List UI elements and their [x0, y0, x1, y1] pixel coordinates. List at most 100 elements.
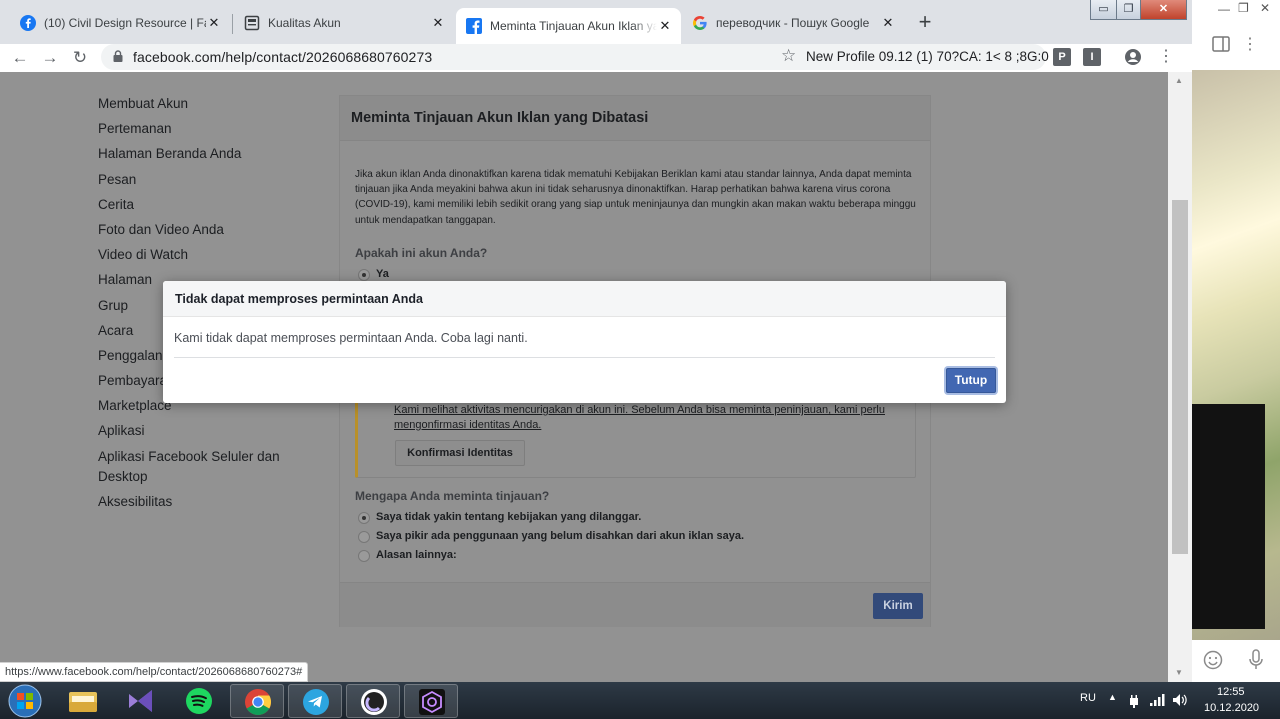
close-icon[interactable]: ✕ — [657, 18, 673, 34]
facebook-icon — [466, 18, 482, 34]
facebook-icon — [20, 15, 36, 31]
scroll-thumb[interactable] — [1172, 200, 1188, 554]
clock-time[interactable]: 12:55 — [1217, 686, 1245, 698]
taskbar-visual-studio[interactable] — [114, 684, 168, 718]
extension-i-icon[interactable]: I — [1083, 48, 1101, 66]
clock-date[interactable]: 10.12.2020 — [1204, 702, 1259, 714]
reason-3-label: Alasan lainnya: — [376, 549, 457, 561]
dialog-message: Kami tidak dapat memproses permintaan An… — [174, 331, 528, 345]
google-icon — [693, 16, 707, 30]
taskbar-app-circle[interactable] — [346, 684, 400, 718]
tab-label: Meminta Tinjauan Akun Iklan yan — [490, 19, 657, 33]
radio-reason-3[interactable] — [358, 550, 370, 562]
close-icon[interactable]: ✕ — [430, 15, 446, 31]
side-app-header: — ❐ ✕ ⋮ — [1192, 0, 1280, 70]
taskbar-spotify[interactable] — [172, 684, 226, 718]
power-plug-icon[interactable] — [1128, 694, 1140, 708]
side-app-window: — ❐ ✕ ⋮ — [1192, 0, 1280, 682]
close-icon[interactable]: ✕ — [1260, 1, 1270, 15]
windows-taskbar: RU ▲ 12:55 10.12.2020 — [0, 682, 1280, 719]
tab-civil-design[interactable]: (10) Civil Design Resource | Faceb ✕ — [10, 8, 230, 38]
browser-toolbar: ← → ↻ facebook.com/help/contact/20260686… — [0, 44, 1192, 72]
maximize-button[interactable]: ❐ — [1116, 0, 1141, 20]
tab-label: (10) Civil Design Resource | Faceb — [44, 16, 206, 30]
tab-meminta-tinjauan[interactable]: Meminta Tinjauan Akun Iklan yan ✕ — [456, 8, 681, 44]
warning-text: Kami melihat aktivitas mencurigakan di a… — [394, 404, 885, 431]
radio-yes-label: Ya — [376, 268, 389, 280]
bookmark-star-icon[interactable]: ☆ — [781, 46, 796, 66]
menu-kebab-icon[interactable]: ⋮ — [1158, 46, 1174, 66]
confirm-identity-button[interactable]: Konfirmasi Identitas — [395, 440, 525, 466]
form-header: Meminta Tinjauan Akun Iklan yang Dibatas… — [340, 96, 930, 141]
radio-yes[interactable] — [358, 269, 370, 281]
tab-kualitas-akun[interactable]: Kualitas Akun ✕ — [234, 8, 454, 38]
form-title: Meminta Tinjauan Akun Iklan yang Dibatas… — [351, 110, 649, 126]
chrome-icon — [245, 689, 272, 716]
reason-2-label: Saya pikir ada penggunaan yang belum dis… — [376, 530, 745, 542]
start-button-icon[interactable] — [5, 683, 45, 719]
page-icon — [244, 15, 260, 31]
forward-button[interactable]: → — [38, 46, 62, 70]
sidebar-item[interactable]: Aplikasi Facebook Seluler dan Desktop — [98, 447, 288, 492]
close-dialog-button[interactable]: Tutup — [946, 368, 996, 393]
minimize-button[interactable]: ▭ — [1090, 0, 1117, 20]
new-tab-button[interactable]: + — [912, 10, 938, 36]
sidebar-item[interactable]: Pertemanan — [98, 119, 288, 144]
signal-icon[interactable] — [1150, 694, 1166, 706]
taskbar-telegram[interactable] — [288, 684, 342, 718]
profile-extension-text[interactable]: New Profile 09.12 (1) 70?CA: 1< 8 ;8G:0 — [806, 49, 1049, 64]
app-hexagon-icon — [419, 689, 445, 715]
tab-label: Kualitas Akun — [268, 16, 341, 30]
maximize-icon[interactable]: ❐ — [1238, 1, 1249, 15]
sidebar-item[interactable]: Cerita — [98, 195, 288, 220]
address-bar[interactable]: facebook.com/help/contact/20260686807602… — [101, 44, 1049, 70]
message-input-bar — [1192, 640, 1280, 682]
page-scrollbar[interactable]: ▲ ▼ — [1168, 72, 1192, 682]
taskbar-app-hex[interactable] — [404, 684, 458, 718]
account-icon[interactable] — [1124, 48, 1142, 66]
radio-reason-1[interactable] — [358, 512, 370, 524]
reload-button[interactable]: ↻ — [68, 46, 92, 70]
question-reason: Mengapa Anda meminta tinjauan? — [355, 489, 550, 503]
scroll-down-icon[interactable]: ▼ — [1175, 668, 1183, 677]
sidebar-toggle-icon[interactable] — [1212, 36, 1230, 52]
more-options-icon[interactable]: ⋮ — [1242, 34, 1258, 54]
taskbar-explorer[interactable] — [56, 684, 110, 718]
telegram-icon — [303, 689, 329, 715]
tab-google-search[interactable]: переводчик - Пошук Google ✕ — [682, 8, 904, 38]
form-footer: Kirim — [340, 582, 930, 627]
scroll-up-icon[interactable]: ▲ — [1175, 76, 1183, 85]
sidebar-item[interactable]: Membuat Akun — [98, 94, 288, 119]
browser-window: (10) Civil Design Resource | Faceb ✕ Kua… — [0, 0, 1192, 682]
sidebar-item[interactable]: Halaman Beranda Anda — [98, 144, 288, 169]
sidebar-item[interactable]: Pesan — [98, 170, 288, 195]
dialog-header: Tidak dapat memproses permintaan Anda — [163, 281, 1006, 317]
language-indicator[interactable]: RU — [1080, 692, 1096, 704]
sidebar-item[interactable]: Aksesibilitas — [98, 492, 288, 517]
sidebar-item[interactable]: Video di Watch — [98, 245, 288, 270]
taskbar-chrome[interactable] — [230, 684, 284, 718]
emoji-icon[interactable] — [1203, 650, 1223, 670]
visual-studio-icon — [129, 690, 152, 712]
volume-icon[interactable] — [1172, 693, 1188, 707]
dialog-divider — [174, 357, 995, 358]
close-icon[interactable]: ✕ — [206, 15, 222, 31]
radio-reason-2[interactable] — [358, 531, 370, 543]
back-button[interactable]: ← — [8, 46, 32, 70]
close-icon[interactable]: ✕ — [880, 15, 896, 31]
microphone-icon[interactable] — [1248, 649, 1264, 671]
sidebar-item[interactable]: Aplikasi — [98, 421, 288, 446]
error-dialog: Tidak dapat memproses permintaan Anda Ka… — [163, 281, 1006, 403]
extension-p-icon[interactable]: P — [1053, 48, 1071, 66]
question-own-account: Apakah ini akun Anda? — [355, 246, 488, 260]
media-preview — [1192, 404, 1265, 629]
url-text: facebook.com/help/contact/20260686807602… — [133, 49, 433, 65]
window-close-button[interactable]: ✕ — [1140, 0, 1187, 20]
submit-button[interactable]: Kirim — [873, 593, 923, 619]
minimize-icon[interactable]: — — [1218, 2, 1230, 16]
lock-icon — [113, 50, 123, 62]
sidebar-item[interactable]: Foto dan Video Anda — [98, 220, 288, 245]
tray-expand-icon[interactable]: ▲ — [1108, 692, 1117, 702]
form-description: Jika akun iklan Anda dinonaktifkan karen… — [355, 169, 916, 226]
spotify-icon — [186, 688, 212, 714]
